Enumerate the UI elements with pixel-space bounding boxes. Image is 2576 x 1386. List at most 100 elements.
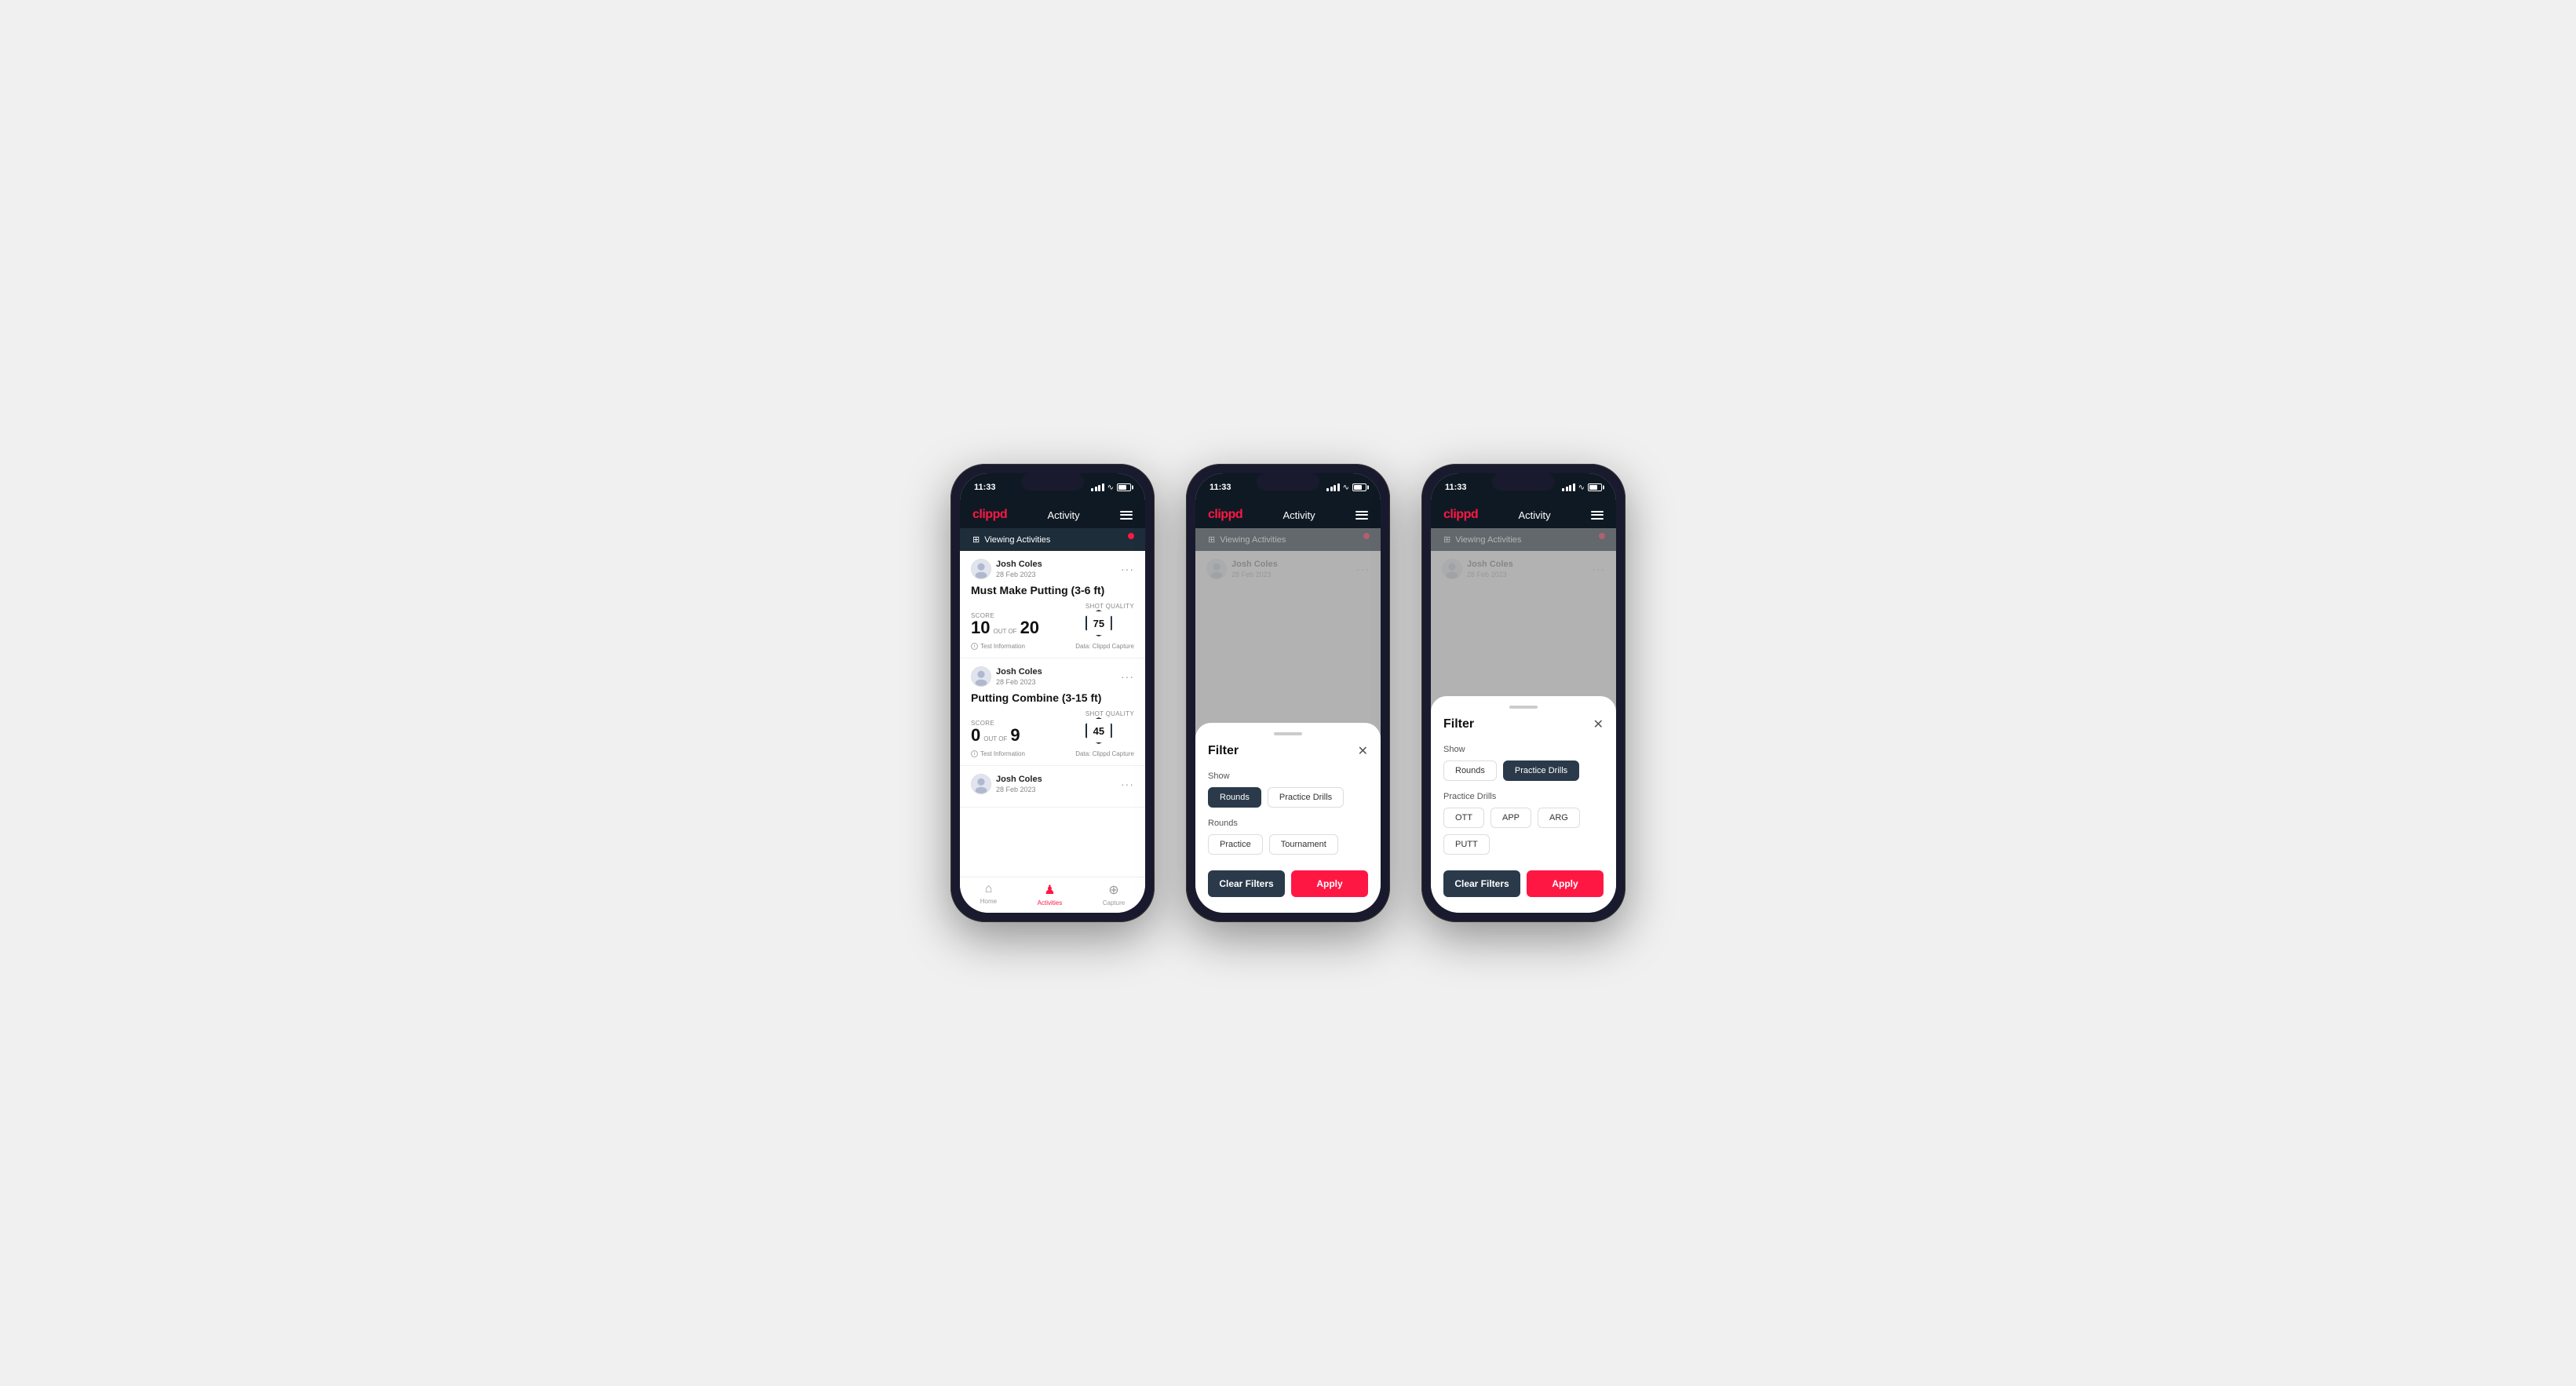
status-icons-1: ∿ [1091, 483, 1131, 492]
header-title-2: Activity [1283, 509, 1315, 521]
score-out-of-1: 10 OUT OF 20 [971, 619, 1039, 636]
data-source-1: Data: Clippd Capture [1075, 643, 1134, 650]
hamburger-menu-3[interactable] [1591, 511, 1604, 520]
activity-list[interactable]: Josh Coles 28 Feb 2023 ··· Must Make Put… [960, 551, 1145, 877]
activity-card-3: Josh Coles 28 Feb 2023 ··· [960, 766, 1145, 808]
rounds-btn-2[interactable]: Rounds [1208, 787, 1261, 808]
avatar-2 [971, 666, 991, 687]
practice-drills-btn-3[interactable]: Practice Drills [1503, 760, 1579, 781]
filter-close-2[interactable]: ✕ [1358, 743, 1368, 759]
app-btn-3[interactable]: APP [1491, 808, 1531, 828]
apply-btn-3[interactable]: Apply [1527, 870, 1604, 897]
battery-icon-2 [1352, 483, 1366, 491]
activity-title-1: Must Make Putting (3-6 ft) [971, 584, 1134, 596]
filter-title-3: Filter [1443, 717, 1474, 731]
home-icon: ⌂ [985, 882, 993, 896]
filter-title-2: Filter [1208, 744, 1239, 758]
user-info-1: Josh Coles 28 Feb 2023 [971, 559, 1042, 579]
show-label-3: Show [1443, 745, 1604, 754]
status-icons-3: ∿ [1562, 483, 1602, 492]
status-icons-2: ∿ [1326, 483, 1366, 492]
hamburger-menu-1[interactable] [1120, 511, 1133, 520]
header-title-1: Activity [1047, 509, 1079, 521]
show-buttons-3: Rounds Practice Drills [1443, 760, 1604, 781]
hamburger-menu-2[interactable] [1356, 511, 1368, 520]
more-options-2[interactable]: ··· [1121, 670, 1134, 683]
filter-sheet-3: Filter ✕ Show Rounds Practice Drills Pra… [1431, 696, 1616, 913]
phone-1-screen: 11:33 ∿ clippd Activity [960, 473, 1145, 913]
card-2-header: Josh Coles 28 Feb 2023 ··· [971, 666, 1134, 687]
shots-value-2: 9 [1010, 727, 1020, 744]
viewing-bar-1[interactable]: ⊞ Viewing Activities [960, 528, 1145, 551]
modal-overlay-3: Filter ✕ Show Rounds Practice Drills Pra… [1431, 528, 1616, 913]
user-info-2: Josh Coles 28 Feb 2023 [971, 666, 1042, 687]
user-name-3: Josh Coles [996, 775, 1042, 785]
shot-quality-badge-1: 75 [1085, 610, 1112, 636]
phone-3: 11:33 ∿ clippd Activity [1421, 464, 1626, 922]
status-time-1: 11:33 [974, 483, 996, 492]
info-icon-2: i [971, 750, 978, 757]
more-options-3[interactable]: ··· [1121, 778, 1134, 790]
card-1-header: Josh Coles 28 Feb 2023 ··· [971, 559, 1134, 579]
status-time-3: 11:33 [1445, 483, 1467, 492]
signal-icon [1091, 483, 1104, 491]
card-1-footer: i Test Information Data: Clippd Capture [971, 643, 1134, 650]
practice-drills-btn-2[interactable]: Practice Drills [1268, 787, 1344, 808]
avatar-3 [971, 774, 991, 794]
apply-btn-2[interactable]: Apply [1291, 870, 1368, 897]
user-info-3: Josh Coles 28 Feb 2023 [971, 774, 1042, 794]
logo-3: clippd [1443, 508, 1478, 522]
sheet-handle-2 [1274, 732, 1302, 735]
shots-value-1: 20 [1020, 619, 1039, 636]
shot-quality-group-2: Shot Quality 45 [1085, 710, 1134, 744]
wifi-icon-3: ∿ [1578, 483, 1585, 492]
show-buttons-2: Rounds Practice Drills [1208, 787, 1368, 808]
nav-capture[interactable]: ⊕ Capture [1103, 882, 1125, 906]
putt-btn-3[interactable]: PUTT [1443, 834, 1490, 855]
signal-icon-2 [1326, 483, 1340, 491]
practice-btn-2[interactable]: Practice [1208, 834, 1263, 855]
shot-quality-label-2: Shot Quality [1085, 710, 1134, 717]
nav-capture-label: Capture [1103, 899, 1125, 906]
practice-drills-section-3: Practice Drills OTT APP ARG PUTT [1443, 792, 1604, 855]
info-icon-1: i [971, 643, 978, 650]
score-group-2: Score 0 OUT OF 9 [971, 720, 1020, 744]
filter-close-3[interactable]: ✕ [1593, 717, 1604, 732]
show-label-2: Show [1208, 771, 1368, 781]
score-group-1: Score 10 OUT OF 20 [971, 612, 1039, 636]
clear-filters-btn-3[interactable]: Clear Filters [1443, 870, 1520, 897]
stats-row-2: Score 0 OUT OF 9 Shot Quality 45 [971, 710, 1134, 744]
app-header-3: clippd Activity [1431, 502, 1616, 528]
wifi-icon: ∿ [1107, 483, 1114, 492]
tournament-btn-2[interactable]: Tournament [1269, 834, 1338, 855]
ott-btn-3[interactable]: OTT [1443, 808, 1484, 828]
notification-dot-1 [1128, 533, 1134, 539]
user-date-2: 28 Feb 2023 [996, 678, 1042, 686]
phone-3-screen: 11:33 ∿ clippd Activity [1431, 473, 1616, 913]
score-out-of-2: 0 OUT OF 9 [971, 727, 1020, 744]
shot-quality-badge-2: 45 [1085, 717, 1112, 744]
phone-2-screen: 11:33 ∿ clippd Activity [1195, 473, 1381, 913]
sheet-header-2: Filter ✕ [1208, 743, 1368, 759]
card-2-footer: i Test Information Data: Clippd Capture [971, 750, 1134, 757]
shot-quality-group-1: Shot Quality 75 [1085, 603, 1134, 636]
nav-activities[interactable]: ♟ Activities [1038, 882, 1063, 906]
app-header-2: clippd Activity [1195, 502, 1381, 528]
more-options-1[interactable]: ··· [1121, 563, 1134, 575]
notch-pill-3 [1492, 473, 1555, 491]
data-source-2: Data: Clippd Capture [1075, 750, 1134, 757]
footer-info-1: i Test Information [971, 643, 1025, 650]
phone-1: 11:33 ∿ clippd Activity [950, 464, 1155, 922]
arg-btn-3[interactable]: ARG [1538, 808, 1580, 828]
sheet-handle-3 [1509, 706, 1538, 709]
logo-2: clippd [1208, 508, 1242, 522]
activity-card-2: Josh Coles 28 Feb 2023 ··· Putting Combi… [960, 658, 1145, 766]
rounds-filter-buttons-2: Practice Tournament [1208, 834, 1368, 855]
nav-home[interactable]: ⌂ Home [980, 882, 997, 906]
clear-filters-btn-2[interactable]: Clear Filters [1208, 870, 1285, 897]
scene: 11:33 ∿ clippd Activity [919, 417, 1657, 969]
user-date-1: 28 Feb 2023 [996, 571, 1042, 578]
card-3-header: Josh Coles 28 Feb 2023 ··· [971, 774, 1134, 794]
rounds-btn-3[interactable]: Rounds [1443, 760, 1497, 781]
user-name-1: Josh Coles [996, 560, 1042, 570]
